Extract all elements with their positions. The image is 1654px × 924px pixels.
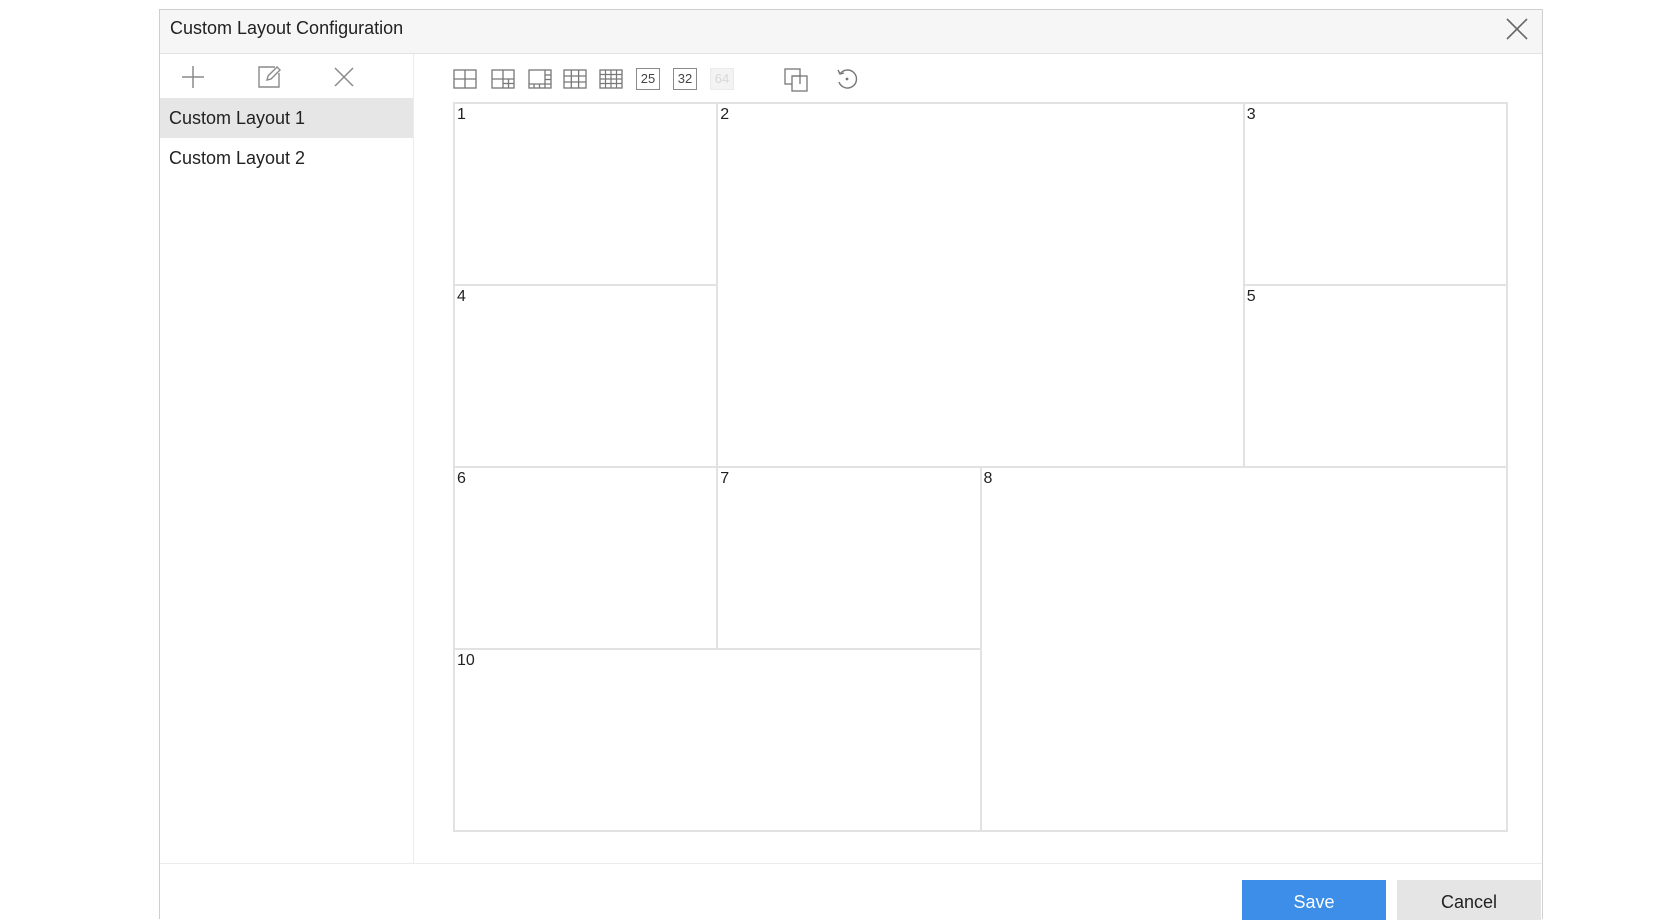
- close-icon[interactable]: [1502, 14, 1532, 44]
- window-cell-2[interactable]: 2: [717, 103, 1244, 467]
- grid-16-icon[interactable]: [598, 66, 624, 92]
- restore-icon[interactable]: [834, 66, 860, 92]
- layout-grid: 1 2 3 4 5 6 7 8 10: [453, 102, 1508, 832]
- grid-6-icon[interactable]: [490, 66, 516, 92]
- layout-list-panel: Custom Layout 1 Custom Layout 2: [160, 54, 414, 864]
- window-number: 6: [457, 470, 466, 487]
- delete-icon[interactable]: [330, 63, 358, 91]
- layout-32-button[interactable]: 32: [673, 68, 697, 90]
- window-cell-7[interactable]: 7: [717, 467, 981, 649]
- window-number: 1: [457, 106, 466, 123]
- layout-list-toolbar: [160, 54, 413, 98]
- merge-windows-icon[interactable]: [783, 66, 809, 92]
- edit-icon[interactable]: [255, 63, 283, 91]
- window-cell-5[interactable]: 5: [1243, 285, 1507, 467]
- layout-item-1[interactable]: Custom Layout 1: [160, 98, 413, 138]
- window-cell-3[interactable]: 3: [1243, 103, 1507, 285]
- grid-8-icon[interactable]: [527, 66, 553, 92]
- layout-25-button[interactable]: 25: [636, 68, 660, 90]
- layout-64-button: 64: [710, 68, 734, 90]
- window-number: 10: [457, 652, 475, 669]
- window-cell-6[interactable]: 6: [454, 467, 718, 649]
- dialog-title: Custom Layout Configuration: [170, 18, 404, 38]
- dialog-footer: Save Cancel: [160, 863, 1542, 920]
- layout-toolbar: 25 32 64: [452, 63, 872, 97]
- window-cell-4[interactable]: 4: [454, 285, 718, 467]
- window-cell-8[interactable]: 8: [980, 467, 1507, 831]
- add-icon[interactable]: [179, 63, 207, 91]
- window-cell-10[interactable]: 10: [454, 649, 981, 831]
- save-button[interactable]: Save: [1242, 880, 1386, 920]
- window-number: 8: [983, 470, 993, 487]
- window-number: 3: [1246, 106, 1256, 123]
- window-number: 2: [720, 106, 730, 123]
- window-number: 5: [1246, 288, 1256, 305]
- window-cell-1[interactable]: 1: [454, 103, 718, 285]
- grid-9-icon[interactable]: [562, 66, 588, 92]
- layout-item-2[interactable]: Custom Layout 2: [160, 138, 413, 178]
- custom-layout-dialog: Custom Layout Configuration Custom Layou…: [159, 9, 1543, 920]
- dialog-titlebar: Custom Layout Configuration: [160, 10, 1542, 54]
- window-number: 4: [457, 288, 466, 305]
- window-number: 7: [720, 470, 730, 487]
- cancel-button[interactable]: Cancel: [1397, 880, 1541, 920]
- grid-4-icon[interactable]: [452, 66, 478, 92]
